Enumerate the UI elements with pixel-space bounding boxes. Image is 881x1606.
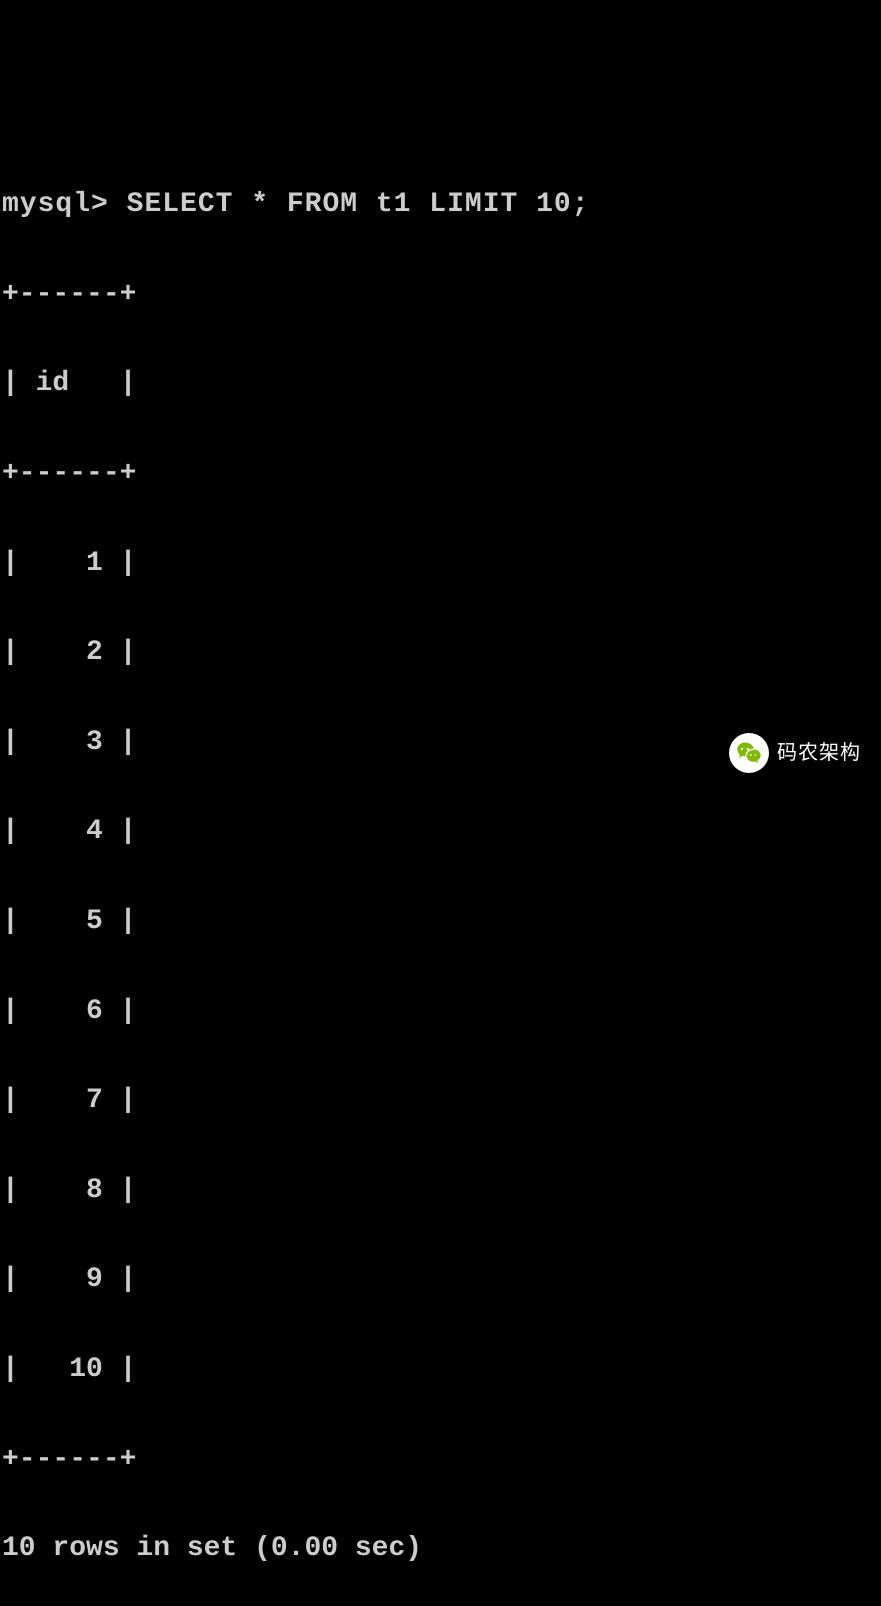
mysql-prompt: mysql> bbox=[2, 189, 109, 220]
watermark: 码农架构 bbox=[729, 733, 861, 773]
terminal-line-command: mysql> SELECT * FROM t1 LIMIT 10; bbox=[2, 183, 879, 228]
table-row: | 5 | bbox=[2, 900, 879, 945]
table-border-mid: +------+ bbox=[2, 452, 879, 497]
wechat-icon bbox=[729, 733, 769, 773]
table-row: | 2 | bbox=[2, 631, 879, 676]
result-summary: 10 rows in set (0.00 sec) bbox=[2, 1527, 879, 1572]
table-row: | 7 | bbox=[2, 1079, 879, 1124]
table-row: | 10 | bbox=[2, 1348, 879, 1393]
table-header-row: | id | bbox=[2, 362, 879, 407]
table-row: | 8 | bbox=[2, 1169, 879, 1214]
table-row: | 6 | bbox=[2, 990, 879, 1035]
watermark-label: 码农架构 bbox=[777, 737, 861, 769]
table-border-top: +------+ bbox=[2, 273, 879, 318]
table-border-bottom: +------+ bbox=[2, 1438, 879, 1483]
table-row: | 4 | bbox=[2, 810, 879, 855]
table-row: | 1 | bbox=[2, 542, 879, 587]
table-row: | 9 | bbox=[2, 1258, 879, 1303]
sql-command: SELECT * FROM t1 LIMIT 10; bbox=[127, 189, 590, 220]
